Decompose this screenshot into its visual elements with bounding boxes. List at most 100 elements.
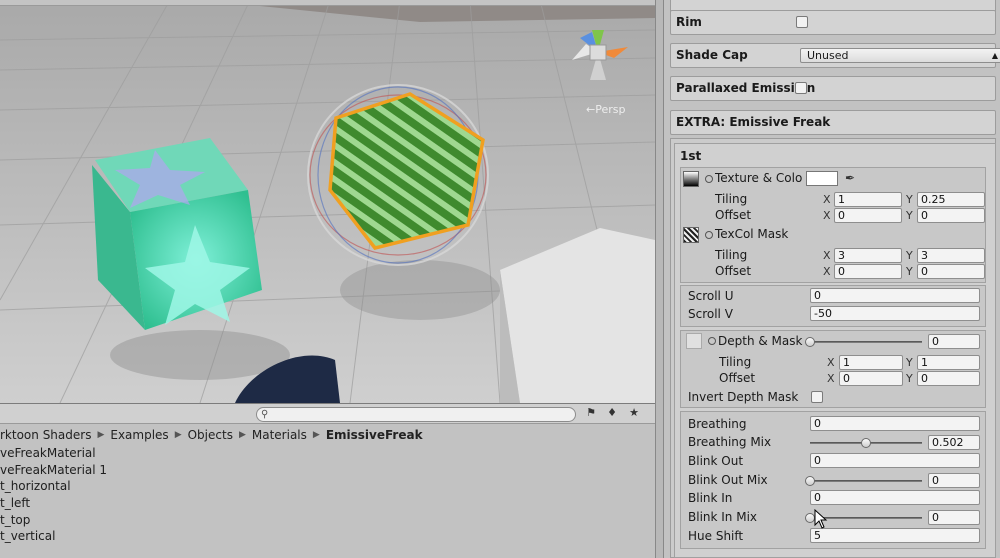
axis-y-label: Y [906,265,913,278]
depth-offset-y[interactable]: 0 [917,371,980,386]
hue-shift-label: Hue Shift [688,529,744,543]
blink-in-field[interactable]: 0 [810,490,980,505]
texture-target-icon[interactable] [705,175,713,183]
depth-offset-x[interactable]: 0 [839,371,903,386]
breadcrumb-item[interactable]: Objects [188,428,233,442]
breadcrumb-item[interactable]: rktoon Shaders [0,428,91,442]
mask-offset-label: Offset [715,264,752,278]
breadcrumb-item[interactable]: Materials [252,428,307,442]
invert-depth-mask-checkbox[interactable] [811,391,823,403]
search-icon: ⚲ [261,409,269,420]
axis-x-label: X [823,249,831,262]
breadcrumb-separator-icon: ▶ [97,429,105,440]
blink-in-label: Blink In [688,491,733,505]
axis-x-label: X [823,209,831,222]
parallaxed-label-tail: n [806,81,816,95]
axis-y-label: Y [906,193,913,206]
parallaxed-label: Parallaxed Emissi [676,81,795,95]
list-item[interactable]: t_vertical [0,528,107,545]
texture-tiling-x[interactable]: 1 [834,192,902,207]
breathing-field[interactable]: 0 [810,416,980,431]
texture-thumbnail[interactable] [683,171,699,187]
depth-tiling-y[interactable]: 1 [917,355,980,370]
depth-tiling-x[interactable]: 1 [839,355,903,370]
list-item[interactable]: t_horizontal [0,478,107,495]
favorite-star-icon[interactable]: ★ [626,406,642,422]
blink-out-mix-slider-thumb[interactable] [805,476,815,486]
breadcrumb-separator-icon: ▶ [238,429,246,440]
mask-offset-x[interactable]: 0 [834,264,902,279]
rim-label: Rim [676,15,702,29]
depth-mask-label: Depth & Mask [718,334,803,348]
hue-shift-field[interactable]: 5 [810,528,980,543]
scroll-u-field[interactable]: 0 [810,288,980,303]
blink-out-mix-slider[interactable] [810,480,922,482]
eyedropper-icon[interactable]: ✒ [842,170,858,186]
mask-offset-y[interactable]: 0 [917,264,985,279]
axis-x-label: X [827,372,835,385]
axis-y-label: Y [906,209,913,222]
filter-type-icon[interactable]: ⚑ [583,406,599,422]
inspector-panel: Rim Shade Cap Unused ▲︎ Parallaxed Emiss… [664,0,1000,558]
axis-x-label: X [823,265,831,278]
list-item[interactable]: t_top [0,512,107,529]
breathing-mix-field[interactable]: 0.502 [928,435,980,450]
mask-tiling-label: Tiling [715,248,748,262]
blink-out-field[interactable]: 0 [810,453,980,468]
breadcrumb-separator-icon: ▶ [312,429,320,440]
scroll-v-label: Scroll V [688,307,733,321]
rim-checkbox[interactable] [796,16,808,28]
breadcrumb-item[interactable]: Examples [110,428,168,442]
axis-x-label: X [827,356,835,369]
invert-depth-mask-label: Invert Depth Mask [688,390,799,404]
extra-emissive-freak-section[interactable]: EXTRA: Emissive Freak [670,110,996,135]
parallaxed-emission-section[interactable]: Parallaxed Emissi n [670,76,996,101]
texture-offset-x[interactable]: 0 [834,208,902,223]
rim-section[interactable]: Rim [670,10,996,35]
mask-tiling-y[interactable]: 3 [917,248,985,263]
scroll-u-label: Scroll U [688,289,734,303]
depth-offset-label: Offset [719,371,756,385]
breadcrumb-item[interactable]: EmissiveFreak [326,428,423,442]
scroll-v-field[interactable]: -50 [810,306,980,321]
depth-mask-thumbnail[interactable] [686,333,702,349]
list-item[interactable]: t_left [0,495,107,512]
depth-mask-slider-thumb[interactable] [805,337,815,347]
project-search-input[interactable]: ⚲ [256,407,576,422]
mask-target-icon[interactable] [705,231,713,239]
breathing-mix-label: Breathing Mix [688,435,772,449]
file-list: veFreakMaterial veFreakMaterial 1 t_horizo… [0,445,107,545]
blink-in-mix-field[interactable]: 0 [928,510,980,525]
mask-tiling-x[interactable]: 3 [834,248,902,263]
blink-out-mix-field[interactable]: 0 [928,473,980,488]
parallaxed-checkbox[interactable] [794,81,807,94]
scene-view[interactable]: ←Persp [0,0,655,403]
texture-colo-label: Texture & Colo [715,171,803,185]
persp-label[interactable]: ←Persp [586,103,625,116]
mask-thumbnail[interactable] [683,227,699,243]
breadcrumb: rktoon Shaders ▶ Examples ▶ Objects ▶ Material… [0,426,655,443]
filter-label-icon[interactable]: ♦ [604,406,620,422]
texture-offset-y[interactable]: 0 [917,208,985,223]
breadcrumb-separator-icon: ▶ [174,429,182,440]
scene-grid [0,0,655,403]
texture-tiling-y[interactable]: 0.25 [917,192,985,207]
texcol-mask-label: TexCol Mask [715,227,789,241]
axis-x-label: X [823,193,831,206]
axis-y-label: Y [906,249,913,262]
breathing-label: Breathing [688,417,747,431]
depth-mask-slider[interactable] [810,341,922,343]
texture-color-swatch[interactable] [806,171,838,186]
scene-toolbar [0,0,655,6]
project-panel: ⚲ ⚑ ♦ ★ rktoon Shaders ▶ Examples ▶ Objects ▶… [0,403,655,558]
depth-mask-field[interactable]: 0 [928,334,980,349]
panel-divider[interactable] [655,0,664,558]
stripe-cube[interactable] [307,84,489,266]
shade-cap-label: Shade Cap [676,48,748,62]
chevron-updown-icon: ▲︎ [991,51,998,60]
mouse-cursor-icon [814,509,828,529]
shade-cap-dropdown[interactable]: Unused ▲︎ [800,48,1000,63]
list-item[interactable]: veFreakMaterial [0,445,107,462]
depth-target-icon[interactable] [708,337,716,345]
list-item[interactable]: veFreakMaterial 1 [0,462,107,479]
